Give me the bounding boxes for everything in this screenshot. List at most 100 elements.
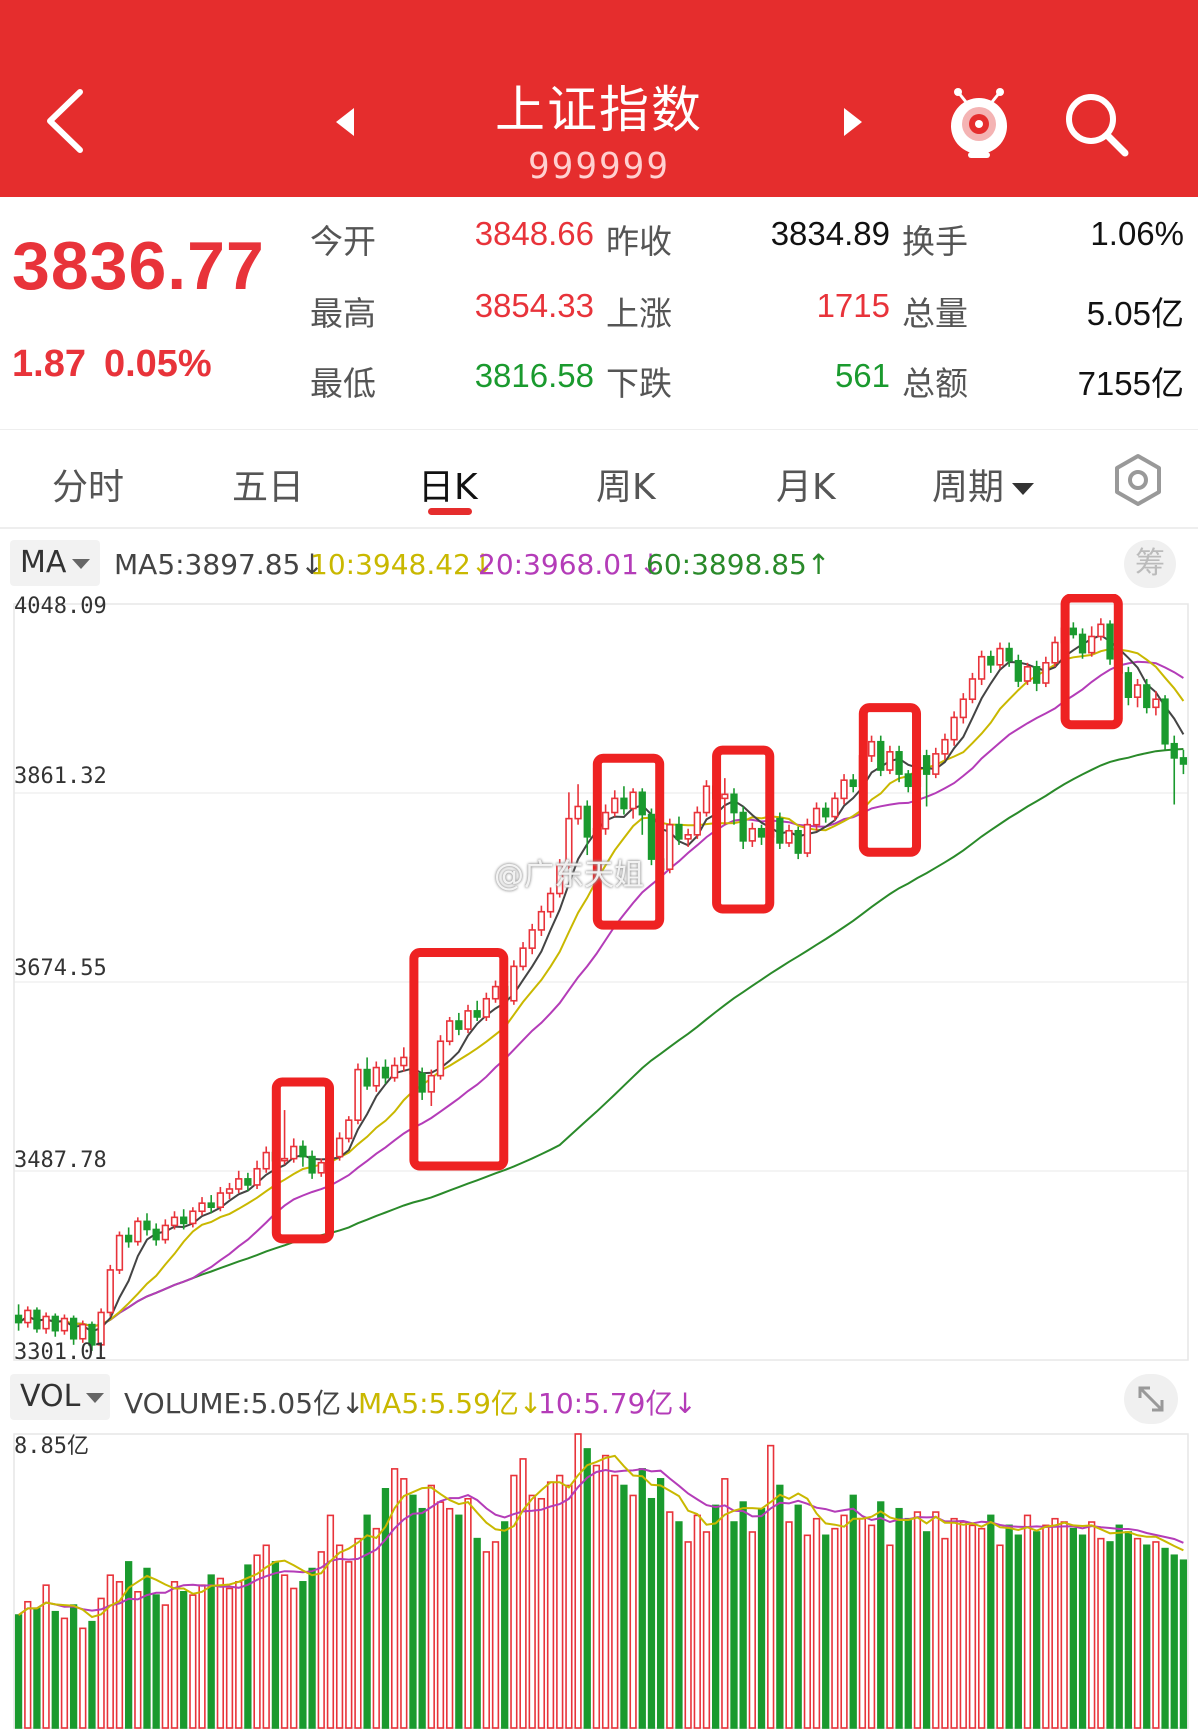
volume-chart[interactable] (0, 1428, 1198, 1733)
volume-bar-up (803, 1534, 812, 1729)
volume-bar-down (1106, 1541, 1114, 1729)
next-index-icon[interactable] (838, 104, 868, 140)
app-header: 上证指数 999999 (0, 0, 1198, 197)
candle-up (390, 1064, 399, 1079)
volume-bar-down (822, 1534, 830, 1729)
volume-bar-up (812, 1517, 821, 1729)
volume-bar-down (647, 1497, 656, 1729)
volume-bar-down (501, 1521, 509, 1729)
volume-bar-up (97, 1597, 105, 1729)
ma5-value: MA5:3897.85↓ (114, 548, 324, 581)
volume-bar-up (24, 1600, 32, 1729)
candle-up (317, 1161, 325, 1174)
chevron-down-icon (1012, 483, 1035, 495)
candle-down (1106, 623, 1114, 660)
quote-label: 总额 (902, 364, 968, 403)
vol-indicator-selector[interactable]: VOL (10, 1374, 110, 1420)
candle-down (730, 793, 738, 814)
volume-bar-down (33, 1607, 41, 1729)
quote-label: 上涨 (606, 294, 672, 333)
assistant-robot-icon[interactable] (944, 84, 1014, 160)
chip-distribution-button[interactable]: 筹 (1124, 540, 1176, 588)
volume-bar-up (840, 1514, 848, 1729)
tab-five-day[interactable]: 五日 (232, 458, 304, 510)
quote-row: 最低 3816.58 下跌 561 总额 7155亿 (0, 357, 1198, 417)
candle-up (840, 779, 848, 800)
candle-up (1023, 666, 1032, 682)
volume-bar-up (42, 1584, 50, 1729)
candle-down (1069, 627, 1077, 636)
candle-down (418, 1072, 426, 1093)
volume-bar-up (977, 1527, 986, 1729)
candle-down (180, 1216, 188, 1225)
volume-bar-up (1060, 1521, 1068, 1729)
watermark-text: @广东天姐 (494, 858, 644, 893)
volume-bar-up (556, 1474, 564, 1729)
volume-bar-up (528, 1494, 536, 1729)
candle-up (225, 1188, 234, 1194)
tab-intraday[interactable]: 分时 (52, 458, 124, 510)
ma-indicator-bar: MA MA5:3897.85↓ 10:3948.42↓ 20:3968.01↓ … (0, 536, 1198, 594)
volume-bar-up (1042, 1524, 1050, 1729)
volume-bar-up (858, 1517, 867, 1729)
candle-up (400, 1056, 408, 1067)
ma10-value: 10:3948.42↓ (310, 548, 495, 581)
candle-up (436, 1040, 445, 1077)
candlestick-chart[interactable] (0, 594, 1198, 1368)
tab-weekly-k[interactable]: 周K (596, 458, 656, 510)
volume-bar-up (189, 1594, 197, 1729)
volume-bar-down (455, 1514, 463, 1729)
quote-value: 3848.66 (474, 215, 594, 252)
stock-code: 999999 (527, 146, 671, 187)
candle-down (895, 751, 903, 775)
candle-up (546, 892, 555, 913)
candle-down (922, 755, 931, 775)
volume-bar-down (712, 1504, 720, 1729)
candle-up (1088, 635, 1096, 654)
quote-label: 下跌 (606, 364, 672, 403)
candle-up (721, 793, 729, 800)
volume-bar-up (959, 1521, 967, 1729)
volume-bar-up (519, 1458, 527, 1729)
candle-down (1014, 659, 1022, 682)
volume-bar-up (537, 1497, 546, 1729)
candle-up (1152, 698, 1160, 709)
candle-down (739, 811, 747, 842)
candle-down (757, 827, 766, 838)
candle-up (24, 1309, 32, 1324)
volume-bar-up (831, 1527, 839, 1729)
candle-down (1124, 672, 1133, 698)
volume-bar-up (464, 1497, 472, 1729)
volume-bar-up (134, 1590, 142, 1729)
volume-bar-down (739, 1501, 747, 1729)
candle-down (877, 740, 885, 771)
volume-bar-up (262, 1544, 270, 1729)
candle-up (345, 1119, 353, 1140)
tab-daily-k[interactable]: 日K (418, 458, 478, 510)
volume-bar-down (730, 1521, 738, 1729)
tab-monthly-k[interactable]: 月K (776, 458, 836, 510)
candle-down (1170, 742, 1178, 759)
volume-bar-up (666, 1511, 674, 1729)
ma-indicator-selector[interactable]: MA (10, 540, 100, 586)
volume-bar-down (363, 1514, 371, 1729)
tab-period-dropdown[interactable]: 周期 (932, 458, 1035, 510)
candle-up (253, 1167, 261, 1186)
candle-up (262, 1151, 270, 1170)
volume-bar-up (436, 1501, 445, 1729)
volume-bar-up (290, 1587, 298, 1729)
search-icon[interactable] (1060, 88, 1132, 160)
volume-bar-up (106, 1574, 114, 1729)
volume-bar-up (565, 1484, 573, 1729)
volume-bar-down (638, 1468, 646, 1729)
tab-period-label: 周期 (932, 467, 1005, 508)
expand-chart-icon[interactable] (1124, 1374, 1178, 1424)
candle-up (510, 965, 518, 1002)
period-tabs: 分时 五日 日K 周K 月K 周期 (0, 429, 1198, 529)
candle-up (950, 716, 958, 741)
quote-value: 1715 (816, 287, 890, 324)
volume-bar-down (877, 1501, 885, 1729)
chart-settings-icon[interactable] (1110, 452, 1166, 508)
volume-bar-down (1179, 1559, 1188, 1729)
volume-bar-up (950, 1517, 958, 1729)
